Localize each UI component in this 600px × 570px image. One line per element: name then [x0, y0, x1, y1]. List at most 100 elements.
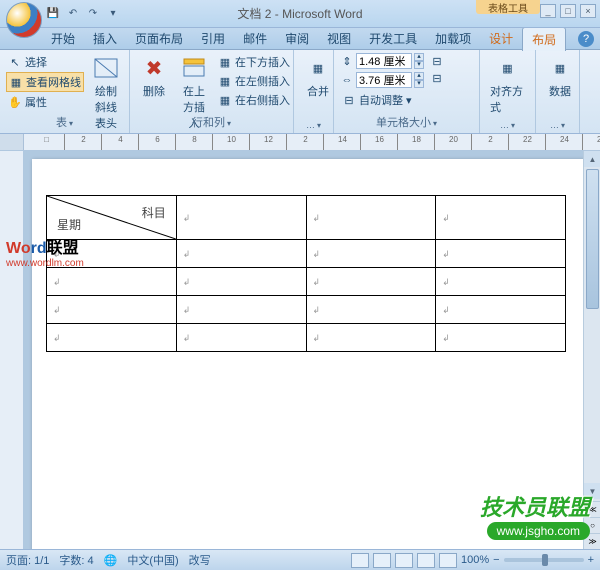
table-cell[interactable]: ↲: [436, 268, 566, 296]
table-cell[interactable]: ↲: [176, 324, 306, 352]
group-merge: ▦ 合并 …: [294, 50, 334, 133]
status-words[interactable]: 字数: 4: [59, 552, 93, 568]
group-data: ▦ 数据 …: [536, 50, 580, 133]
zoom-out-icon[interactable]: −: [493, 554, 499, 566]
status-mode[interactable]: 改写: [189, 552, 211, 568]
group-cell-size: ⇕ ▴▾ ⇔ ▴▾ ⊟自动调整 ▾ ⊟ ⊟ 单元格大小: [334, 50, 480, 133]
insert-below-button[interactable]: ▦在下方插入: [216, 53, 292, 71]
group-label[interactable]: …: [294, 118, 333, 132]
restore-button[interactable]: □: [560, 4, 576, 18]
col-width-spinner[interactable]: ⇔ ▴▾: [340, 72, 424, 88]
help-icon[interactable]: ?: [578, 31, 594, 47]
tab-mailings[interactable]: 邮件: [234, 27, 276, 50]
group-label[interactable]: 行和列: [130, 112, 293, 132]
data-icon: ▦: [546, 55, 574, 81]
scroll-thumb[interactable]: [586, 169, 599, 309]
table-cell[interactable]: ↲: [436, 196, 566, 240]
undo-icon[interactable]: ↶: [64, 5, 82, 23]
statusbar: 页面: 1/1 字数: 4 🌐 中文(中国) 改写 100% − +: [0, 549, 600, 570]
table-cell[interactable]: ↲: [306, 324, 436, 352]
group-label[interactable]: …: [480, 118, 535, 132]
status-language[interactable]: 中文(中国): [127, 552, 178, 568]
tab-home[interactable]: 开始: [42, 27, 84, 50]
table-cell[interactable]: ↲: [176, 268, 306, 296]
close-button[interactable]: ×: [580, 4, 596, 18]
group-align: ▦ 对齐方式 …: [480, 50, 536, 133]
table-cell[interactable]: ↲: [436, 296, 566, 324]
select-button[interactable]: ↖选择: [6, 53, 84, 71]
group-label[interactable]: 表: [0, 112, 129, 132]
col-right-icon: ▦: [218, 93, 232, 107]
table-cell[interactable]: ↲: [47, 268, 177, 296]
row-height-input[interactable]: [356, 53, 412, 69]
tab-design[interactable]: 设计: [480, 27, 522, 50]
quick-access-toolbar: 💾 ↶ ↷ ▾: [44, 5, 122, 23]
status-page[interactable]: 页面: 1/1: [6, 552, 49, 568]
table-row: ↲↲↲↲: [47, 268, 566, 296]
table-cell[interactable]: ↲: [176, 240, 306, 268]
office-button[interactable]: [6, 2, 42, 38]
insert-right-button[interactable]: ▦在右侧插入: [216, 91, 292, 109]
delete-icon: ✖: [140, 55, 168, 81]
row-height-spinner[interactable]: ⇕ ▴▾: [340, 53, 424, 69]
table-row: 科目 星期 ↲ ↲ ↲: [47, 196, 566, 240]
properties-button[interactable]: ✋属性: [6, 93, 84, 111]
minimize-button[interactable]: _: [540, 4, 556, 18]
view-draft[interactable]: [439, 553, 457, 568]
insert-left-button[interactable]: ▦在左侧插入: [216, 72, 292, 90]
header-top-label[interactable]: 科目: [142, 204, 166, 221]
col-left-icon: ▦: [218, 74, 232, 88]
view-outline[interactable]: [417, 553, 435, 568]
tab-developer[interactable]: 开发工具: [360, 27, 426, 50]
table-cell[interactable]: ↲: [47, 324, 177, 352]
tab-addins[interactable]: 加载项: [426, 27, 480, 50]
header-bottom-label[interactable]: 星期: [57, 216, 81, 233]
window-controls: _ □ ×: [540, 4, 596, 18]
gridlines-button[interactable]: ▦查看网格线: [6, 72, 84, 92]
zoom-in-icon[interactable]: +: [588, 554, 594, 566]
table-row: ↲↲↲↲: [47, 296, 566, 324]
scroll-up-icon[interactable]: ▲: [584, 151, 600, 167]
tab-page-layout[interactable]: 页面布局: [126, 27, 192, 50]
redo-icon[interactable]: ↷: [84, 5, 102, 23]
group-label[interactable]: …: [536, 118, 579, 132]
distribute-cols-button[interactable]: ⊟: [428, 70, 446, 86]
diagonal-header-cell[interactable]: 科目 星期: [47, 196, 177, 240]
table-cell[interactable]: ↲: [436, 240, 566, 268]
distribute-cols-icon: ⊟: [430, 71, 444, 85]
qat-dropdown-icon[interactable]: ▾: [104, 5, 122, 23]
table-cell[interactable]: ↲: [306, 240, 436, 268]
table-cell[interactable]: ↲: [306, 268, 436, 296]
watermark-jsgho: 技术员联盟 www.jsgho.com: [480, 490, 590, 540]
tab-view[interactable]: 视图: [318, 27, 360, 50]
merge-icon: ▦: [304, 55, 332, 81]
group-label[interactable]: 单元格大小: [334, 112, 479, 132]
view-fullscreen[interactable]: [373, 553, 391, 568]
group-table: ↖选择 ▦查看网格线 ✋属性 绘制斜线表头 表: [0, 50, 130, 133]
vertical-ruler[interactable]: [0, 151, 24, 549]
tab-insert[interactable]: 插入: [84, 27, 126, 50]
view-web[interactable]: [395, 553, 413, 568]
table-cell[interactable]: ↲: [176, 296, 306, 324]
table-cell[interactable]: ↲: [47, 296, 177, 324]
table-cell[interactable]: ↲: [176, 196, 306, 240]
tab-references[interactable]: 引用: [192, 27, 234, 50]
zoom-slider[interactable]: [504, 558, 584, 562]
autofit-button[interactable]: ⊟自动调整 ▾: [340, 91, 424, 109]
tab-review[interactable]: 审阅: [276, 27, 318, 50]
tab-layout[interactable]: 布局: [522, 27, 566, 51]
horizontal-ruler[interactable]: □246810122141618202222426384042: [0, 134, 600, 151]
save-icon[interactable]: 💾: [44, 5, 62, 23]
ribbon: ↖选择 ▦查看网格线 ✋属性 绘制斜线表头 表 ✖ 删除 在上方插入 ▦在下方插…: [0, 50, 600, 134]
view-print-layout[interactable]: [351, 553, 369, 568]
table-cell[interactable]: ↲: [436, 324, 566, 352]
distribute-rows-button[interactable]: ⊟: [428, 53, 446, 69]
table-cell[interactable]: ↲: [306, 296, 436, 324]
col-width-input[interactable]: [356, 72, 412, 88]
titlebar: 💾 ↶ ↷ ▾ 文档 2 - Microsoft Word 表格工具 _ □ ×: [0, 0, 600, 28]
document-table[interactable]: 科目 星期 ↲ ↲ ↲ ↲↲↲↲ ↲↲↲↲ ↲↲↲↲ ↲↲↲↲: [46, 195, 566, 352]
zoom-level[interactable]: 100%: [461, 554, 489, 566]
ruler-corner[interactable]: [0, 134, 24, 151]
properties-icon: ✋: [8, 95, 22, 109]
table-cell[interactable]: ↲: [306, 196, 436, 240]
